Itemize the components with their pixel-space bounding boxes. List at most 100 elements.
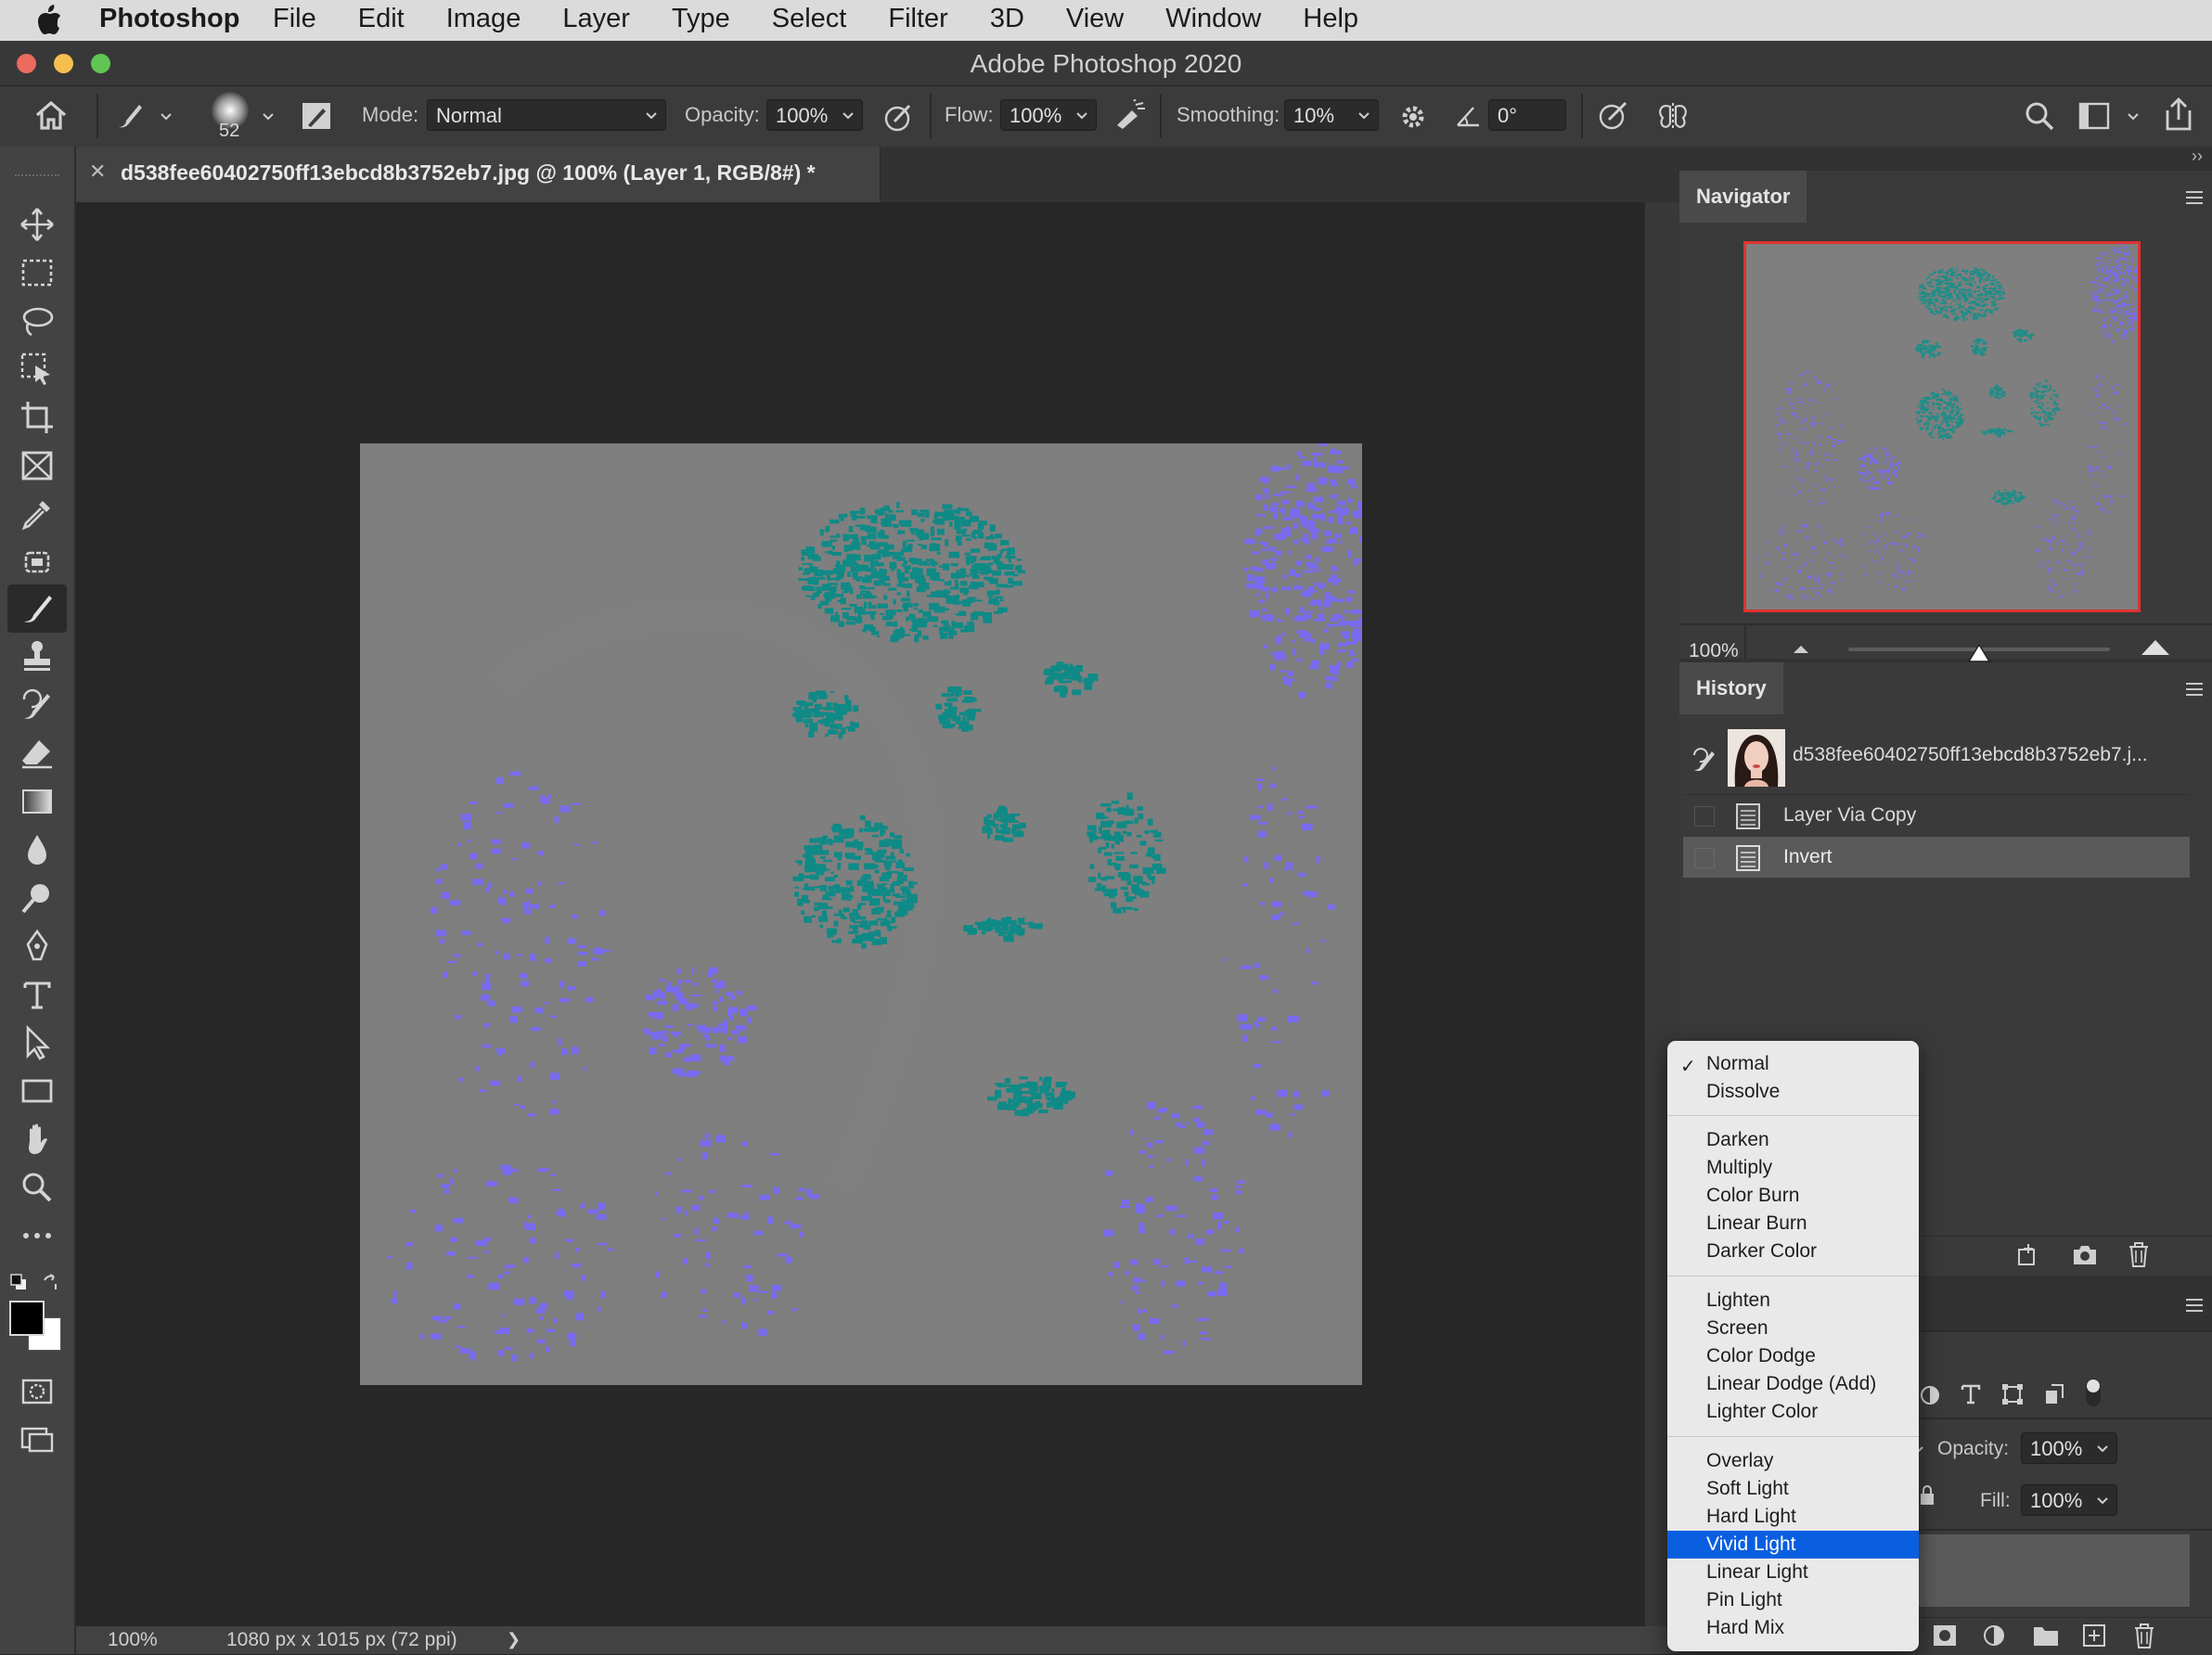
marquee-icon[interactable]	[19, 254, 56, 291]
history-step-row-selected[interactable]: Invert	[1683, 837, 2190, 878]
trash-icon[interactable]	[2127, 1240, 2151, 1268]
swap-colors-icon[interactable]	[41, 1273, 59, 1291]
filter-toggle[interactable]	[2086, 1379, 2101, 1406]
blend-mode-hard-mix[interactable]: Hard Mix	[1667, 1614, 1919, 1642]
blend-mode-linear-burn[interactable]: Linear Burn	[1667, 1210, 1919, 1238]
stamp-icon[interactable]	[19, 638, 56, 675]
navigator-tab[interactable]: Navigator	[1679, 171, 1807, 223]
pen-icon[interactable]	[19, 928, 56, 965]
blend-mode-screen[interactable]: Screen	[1667, 1315, 1919, 1342]
chevron-down-icon[interactable]	[160, 110, 173, 123]
angle-field[interactable]: 0°	[1488, 99, 1566, 131]
hand-icon[interactable]	[19, 1121, 56, 1158]
navigator-preview[interactable]	[1743, 241, 2141, 612]
menu-edit[interactable]: Edit	[358, 4, 405, 34]
brush-preset-icon[interactable]	[111, 99, 148, 133]
home-icon[interactable]	[33, 99, 69, 131]
shape-filter-icon[interactable]	[2000, 1382, 2025, 1406]
symmetry-icon[interactable]	[1655, 99, 1691, 135]
history-source-checkbox[interactable]	[1694, 848, 1715, 868]
document-dimensions[interactable]: 1080 px x 1015 px (72 ppi)	[226, 1629, 457, 1651]
share-icon[interactable]	[2162, 96, 2195, 133]
layer-fill-field[interactable]: 100%	[2021, 1484, 2117, 1516]
navigator-zoom[interactable]: 100%	[1689, 640, 1739, 662]
menu-help[interactable]: Help	[1303, 4, 1358, 34]
blend-mode-lighten[interactable]: Lighten	[1667, 1287, 1919, 1315]
gradient-icon[interactable]	[19, 783, 56, 820]
document-image[interactable]	[360, 443, 1362, 1385]
eyedropper-icon[interactable]	[19, 495, 56, 532]
blend-mode-pin-light[interactable]: Pin Light	[1667, 1586, 1919, 1614]
quick-mask-icon[interactable]	[19, 1373, 56, 1410]
apple-icon[interactable]	[35, 5, 63, 36]
screen-mode-icon[interactable]	[19, 1421, 56, 1458]
blend-mode-multiply[interactable]: Multiply	[1667, 1154, 1919, 1182]
menu-image[interactable]: Image	[446, 4, 521, 34]
navigator-zoom-slider[interactable]	[1848, 648, 2110, 651]
blend-mode-normal[interactable]: Normal	[1667, 1050, 1919, 1078]
frame-icon[interactable]	[19, 447, 56, 484]
status-info-arrow[interactable]: ❯	[507, 1630, 521, 1649]
search-icon[interactable]	[2023, 99, 2056, 133]
menu-type[interactable]: Type	[672, 4, 730, 34]
lock-icon[interactable]	[1919, 1484, 1936, 1507]
brush-icon[interactable]	[19, 590, 56, 627]
chevron-down-icon[interactable]	[2127, 110, 2140, 123]
zoom-icon[interactable]	[19, 1169, 56, 1206]
history-step-row[interactable]: Layer Via Copy	[1683, 794, 2190, 836]
menu-3d[interactable]: 3D	[990, 4, 1024, 34]
layer-opacity-field[interactable]: 100%	[2021, 1432, 2117, 1464]
pressure-opacity-icon[interactable]	[881, 101, 915, 133]
airbrush-icon[interactable]	[1112, 99, 1149, 133]
menu-file[interactable]: File	[273, 4, 316, 34]
blur-icon[interactable]	[19, 831, 56, 868]
eraser-icon[interactable]	[19, 735, 56, 772]
workspace-icon[interactable]	[2078, 101, 2110, 131]
opacity-field[interactable]: 100%	[766, 99, 863, 131]
type-filter-icon[interactable]	[1960, 1382, 1982, 1406]
blend-mode-color-dodge[interactable]: Color Dodge	[1667, 1342, 1919, 1370]
menu-select[interactable]: Select	[772, 4, 847, 34]
object-select-icon[interactable]	[19, 351, 56, 388]
default-colors-icon[interactable]	[9, 1273, 28, 1291]
history-brush-icon[interactable]	[19, 686, 56, 724]
blend-mode-soft-light[interactable]: Soft Light	[1667, 1475, 1919, 1503]
new-document-from-state-icon[interactable]	[2015, 1242, 2041, 1268]
collapse-panels-icon[interactable]: ››	[2192, 147, 2203, 166]
history-source-checkbox[interactable]	[1694, 806, 1715, 827]
slider-thumb-icon[interactable]	[1968, 644, 1990, 662]
blend-mode-linear-light[interactable]: Linear Light	[1667, 1559, 1919, 1586]
history-brush-source-icon[interactable]	[1691, 746, 1718, 774]
history-snapshot-row[interactable]: d538fee60402750ff13ebcd8b3752eb7.j...	[1683, 725, 2190, 790]
dodge-icon[interactable]	[19, 879, 56, 917]
brush-settings-panel-icon[interactable]	[301, 101, 332, 131]
mode-dropdown[interactable]: Normal	[427, 99, 666, 131]
menu-view[interactable]: View	[1066, 4, 1124, 34]
blend-mode-lighter-color[interactable]: Lighter Color	[1667, 1398, 1919, 1426]
document-tab[interactable]: ✕ d538fee60402750ff13ebcd8b3752eb7.jpg @…	[76, 147, 881, 202]
smoothing-field[interactable]: 10%	[1284, 99, 1379, 131]
blend-mode-dissolve[interactable]: Dissolve	[1667, 1078, 1919, 1106]
blend-mode-darker-color[interactable]: Darker Color	[1667, 1238, 1919, 1265]
zoom-in-icon[interactable]	[2140, 638, 2171, 657]
new-group-icon[interactable]	[2032, 1623, 2060, 1648]
spot-heal-icon[interactable]	[19, 544, 56, 581]
blend-mode-darken[interactable]: Darken	[1667, 1126, 1919, 1154]
more-tools-icon[interactable]	[19, 1217, 56, 1254]
gear-icon[interactable]	[1397, 101, 1429, 133]
zoom-level[interactable]: 100%	[108, 1629, 158, 1651]
crop-icon[interactable]	[19, 399, 56, 436]
camera-icon[interactable]	[2071, 1242, 2099, 1268]
app-name-menu[interactable]: Photoshop	[99, 4, 239, 34]
new-layer-icon[interactable]	[2082, 1623, 2106, 1648]
blend-mode-vivid-light[interactable]: Vivid Light	[1667, 1531, 1919, 1559]
rectangle-icon[interactable]	[19, 1072, 56, 1110]
blend-mode-linear-dodge[interactable]: Linear Dodge (Add)	[1667, 1370, 1919, 1398]
add-mask-icon[interactable]	[1932, 1623, 1958, 1648]
blend-mode-color-burn[interactable]: Color Burn	[1667, 1182, 1919, 1210]
panel-menu-icon[interactable]	[2184, 681, 2205, 698]
history-tab[interactable]: History	[1679, 662, 1783, 714]
trash-icon[interactable]	[2132, 1622, 2156, 1649]
lasso-icon[interactable]	[19, 302, 56, 340]
adjustment-filter-icon[interactable]	[1919, 1384, 1941, 1406]
